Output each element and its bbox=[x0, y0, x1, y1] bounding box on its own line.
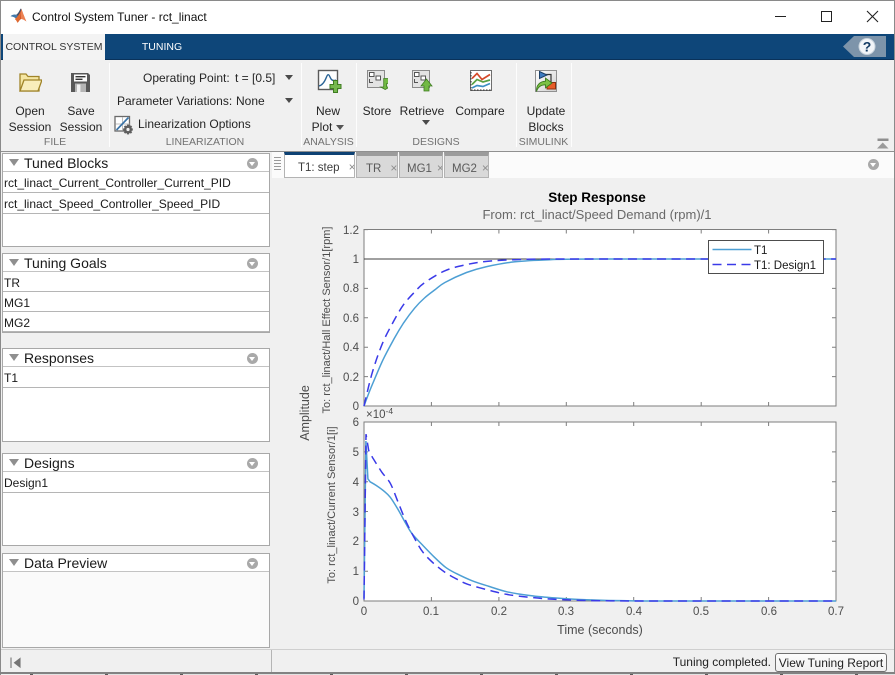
svg-text:0.4: 0.4 bbox=[626, 606, 643, 618]
svg-text:0.2: 0.2 bbox=[491, 606, 507, 618]
svg-text:?: ? bbox=[863, 38, 872, 54]
svg-text:0.6: 0.6 bbox=[343, 313, 359, 325]
svg-text:4: 4 bbox=[353, 477, 360, 489]
svg-text:Step Response: Step Response bbox=[548, 190, 646, 205]
svg-text:0.4: 0.4 bbox=[343, 342, 360, 354]
svg-text:T1: T1 bbox=[754, 245, 767, 257]
svg-text:1.2: 1.2 bbox=[343, 225, 359, 237]
svg-text:0.8: 0.8 bbox=[343, 283, 359, 295]
svg-text:5: 5 bbox=[353, 447, 359, 459]
svg-text:0: 0 bbox=[353, 596, 359, 608]
svg-text:To: rct_linact/Current Sensor/: To: rct_linact/Current Sensor/1[i] bbox=[326, 426, 338, 583]
svg-text:0: 0 bbox=[361, 606, 367, 618]
svg-text:Time (seconds): Time (seconds) bbox=[557, 623, 643, 637]
svg-text:2: 2 bbox=[353, 536, 359, 548]
svg-text:0.5: 0.5 bbox=[693, 606, 709, 618]
svg-text:6: 6 bbox=[353, 417, 359, 429]
svg-text:0.2: 0.2 bbox=[343, 372, 359, 384]
svg-text:3: 3 bbox=[353, 507, 359, 519]
svg-text:1: 1 bbox=[353, 254, 359, 266]
svg-text:1: 1 bbox=[353, 566, 359, 578]
svg-text:T1: Design1: T1: Design1 bbox=[754, 260, 816, 272]
svg-text:0.7: 0.7 bbox=[828, 606, 844, 618]
svg-text:0.6: 0.6 bbox=[761, 606, 777, 618]
svg-text:To: rct_linact/Hall Effect Sen: To: rct_linact/Hall Effect Sensor/1[rpm] bbox=[321, 227, 333, 414]
svg-text:From: rct_linact/Speed Demand: From: rct_linact/Speed Demand (rpm)/1 bbox=[482, 207, 711, 222]
svg-text:×10-4: ×10-4 bbox=[366, 406, 393, 421]
svg-text:0.3: 0.3 bbox=[558, 606, 574, 618]
svg-text:Amplitude: Amplitude bbox=[298, 385, 312, 441]
svg-text:0.1: 0.1 bbox=[423, 606, 439, 618]
svg-text:0: 0 bbox=[353, 401, 359, 413]
